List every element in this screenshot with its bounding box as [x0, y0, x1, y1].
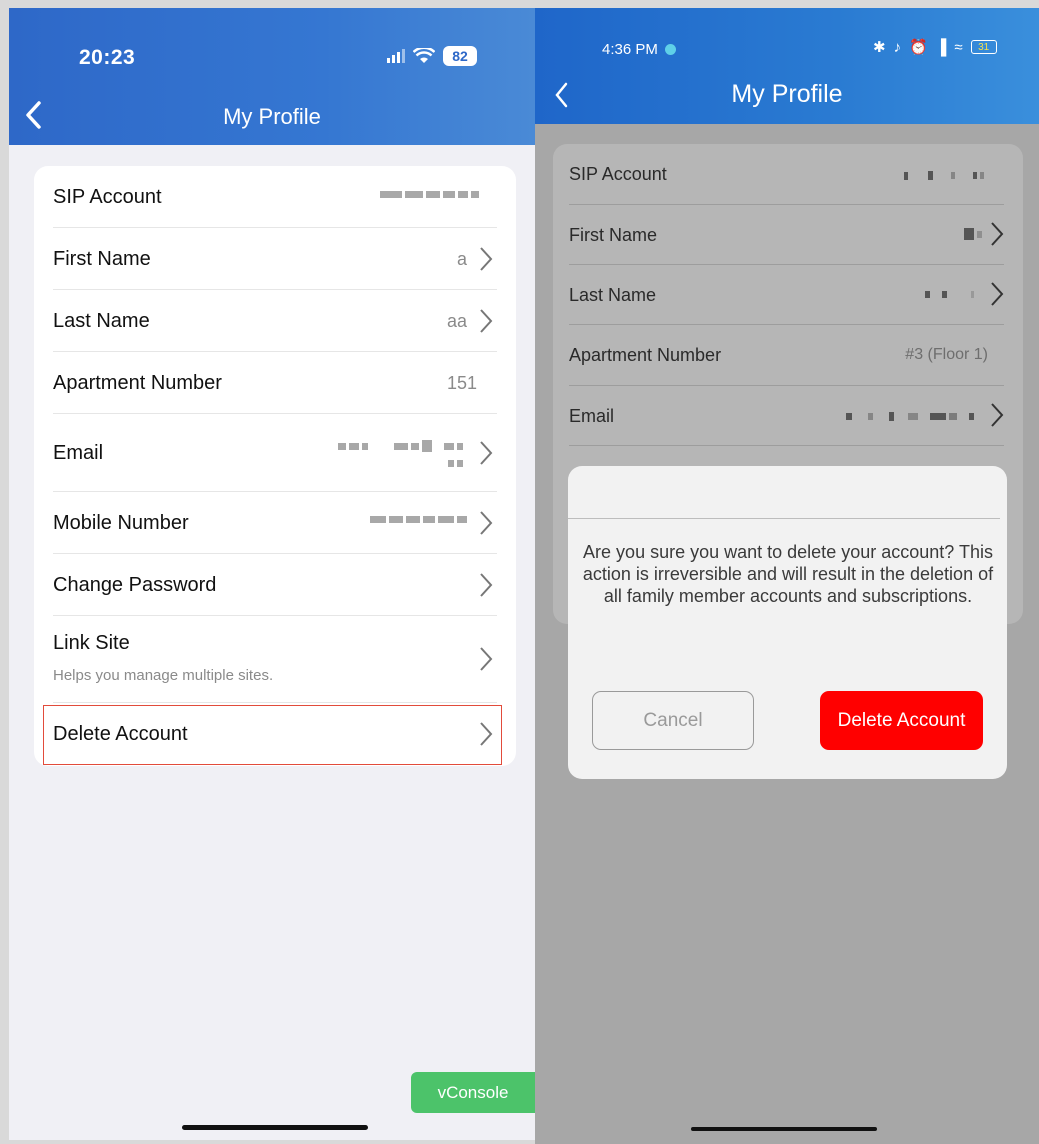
chevron-right-icon — [991, 222, 1004, 246]
row-label: Email — [569, 406, 615, 426]
row-value: 151 — [446, 373, 477, 393]
mute-icon: ♪ — [893, 38, 902, 56]
row-label: Mobile Number — [53, 512, 189, 534]
chevron-right-icon — [480, 441, 493, 465]
chevron-right-icon — [480, 511, 493, 535]
row-last-name[interactable]: Last Name aa — [53, 290, 497, 352]
app-notification-icon — [665, 44, 677, 55]
row-value: aa — [446, 311, 467, 331]
row-email[interactable]: Email — [53, 414, 497, 492]
status-icons: 82 — [387, 46, 477, 66]
row-value: a — [456, 249, 467, 269]
row-label: Link Site — [53, 632, 130, 654]
email-value-redacted-line2 — [448, 460, 463, 467]
home-indicator[interactable] — [691, 1127, 877, 1131]
sip-account-value-redacted — [904, 171, 984, 180]
row-mobile-number[interactable]: Mobile Number — [53, 492, 497, 554]
vconsole-button[interactable]: vConsole — [411, 1072, 535, 1113]
last-name-value-redacted — [925, 291, 974, 298]
chevron-right-icon — [480, 247, 493, 271]
wifi-icon — [413, 48, 435, 64]
right-screen: 4:36 PM ✱ ♪ ⏰ ▐ ≈ 31 My Profile SIP Acco… — [535, 8, 1039, 1144]
bluetooth-icon: ✱ — [873, 39, 886, 56]
cancel-button[interactable]: Cancel — [592, 691, 754, 750]
row-subtitle: Helps you manage multiple sites. — [53, 667, 274, 684]
row-label: First Name — [53, 248, 151, 270]
alarm-icon: ⏰ — [909, 39, 928, 56]
row-label: Apartment Number — [569, 345, 722, 365]
email-value-redacted — [846, 412, 974, 421]
email-value-redacted — [338, 440, 463, 452]
delete-account-button[interactable]: Delete Account — [820, 691, 983, 750]
dialog-message: Are you sure you want to delete your acc… — [582, 542, 994, 606]
delete-account-highlight-box — [43, 705, 502, 765]
battery-level: 82 — [452, 48, 468, 64]
chevron-right-icon — [480, 309, 493, 333]
mobile-value-redacted — [370, 516, 467, 523]
row-email[interactable]: Email — [569, 386, 1004, 446]
row-label: SIP Account — [569, 164, 667, 184]
first-name-value-redacted — [964, 228, 982, 240]
status-time: 4:36 PM — [602, 41, 677, 58]
delete-account-dialog: Are you sure you want to delete your acc… — [568, 466, 1007, 779]
status-icons: ✱ ♪ ⏰ ▐ ≈ 31 — [873, 38, 997, 56]
battery-icon: 82 — [443, 46, 477, 66]
right-header: 4:36 PM ✱ ♪ ⏰ ▐ ≈ 31 My Profile — [535, 8, 1039, 124]
row-sip-account: SIP Account — [569, 144, 1004, 205]
page-title: My Profile — [223, 104, 321, 129]
row-apartment-number: Apartment Number #3 (Floor 1) — [569, 325, 1004, 386]
row-label: Email — [53, 442, 104, 464]
row-label: First Name — [569, 225, 658, 245]
row-label: Last Name — [53, 310, 150, 332]
left-screen: 20:23 82 My Profile SIP Account First Na… — [9, 8, 535, 1140]
profile-card: SIP Account First Name a Last Name aa Ap… — [34, 166, 516, 766]
row-last-name[interactable]: Last Name — [569, 265, 1004, 325]
row-sip-account: SIP Account — [53, 166, 497, 228]
chevron-right-icon — [991, 282, 1004, 306]
sip-account-value-redacted — [380, 191, 479, 198]
chevron-right-icon — [480, 573, 493, 597]
wifi-icon: ≈ — [954, 38, 963, 56]
signal-icon: ▐ — [935, 38, 947, 56]
dialog-divider — [568, 518, 1000, 519]
row-change-password[interactable]: Change Password — [53, 554, 497, 616]
row-label: Change Password — [53, 574, 217, 596]
row-label: Last Name — [569, 285, 657, 305]
battery-level: 31 — [978, 41, 990, 53]
row-link-site[interactable]: Link Site Helps you manage multiple site… — [53, 616, 497, 703]
row-label: SIP Account — [53, 186, 162, 208]
chevron-right-icon — [480, 647, 493, 671]
chevron-right-icon — [991, 403, 1004, 427]
row-label: Apartment Number — [53, 372, 222, 394]
row-apartment-number: Apartment Number 151 — [53, 352, 497, 414]
page-title: My Profile — [731, 80, 843, 108]
row-first-name[interactable]: First Name — [569, 205, 1004, 265]
signal-icon — [387, 49, 405, 63]
home-indicator[interactable] — [182, 1125, 368, 1130]
row-value: #3 (Floor 1) — [905, 346, 988, 363]
row-first-name[interactable]: First Name a — [53, 228, 497, 290]
status-time: 20:23 — [79, 46, 136, 69]
battery-icon: 31 — [970, 40, 997, 54]
status-time-text: 4:36 PM — [602, 41, 658, 58]
left-header: 20:23 82 My Profile — [9, 8, 535, 145]
